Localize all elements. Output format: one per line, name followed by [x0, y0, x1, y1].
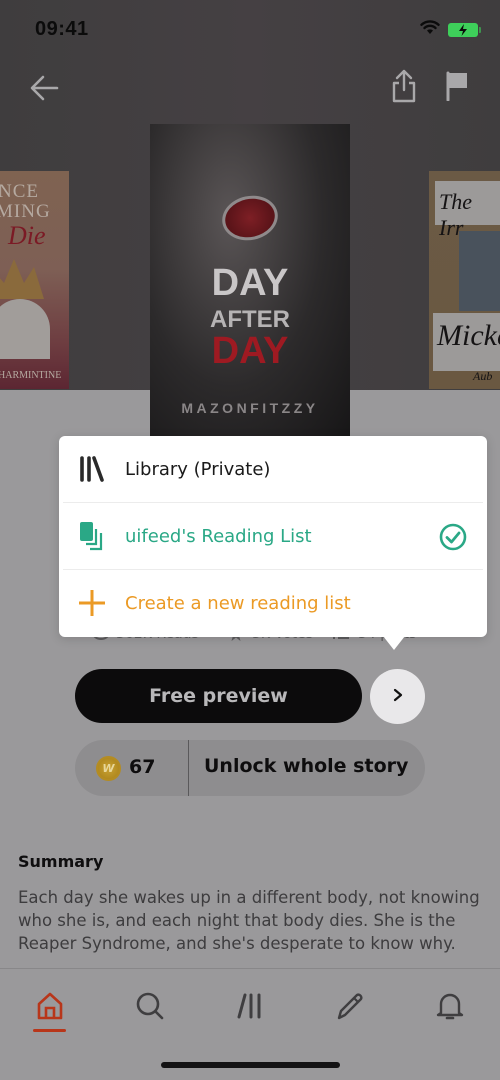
- flag-icon: [445, 71, 469, 105]
- search-icon: [135, 991, 165, 1025]
- popup-item-library[interactable]: Library (Private): [59, 436, 487, 502]
- plus-icon: [77, 588, 107, 618]
- more-options-button[interactable]: [370, 669, 425, 724]
- home-icon: [35, 991, 65, 1025]
- top-nav: [0, 68, 500, 112]
- add-to-list-popup: Library (Private) uifeed's Reading List …: [59, 436, 487, 637]
- library-icon: [236, 992, 264, 1024]
- check-circle-icon: [439, 523, 467, 555]
- popup-item-create-list-label: Create a new reading list: [125, 592, 351, 614]
- popup-arrow: [383, 636, 405, 650]
- chevron-right-icon: [393, 687, 403, 706]
- cover-author: MAZONFITZZY: [181, 400, 319, 416]
- report-button[interactable]: [437, 68, 477, 108]
- free-preview-button[interactable]: Free preview: [75, 669, 362, 723]
- tab-search[interactable]: [125, 983, 175, 1033]
- unlock-divider: [188, 740, 189, 796]
- summary-text: Each day she wakes up in a different bod…: [18, 888, 480, 953]
- cover-left-title-2: MING: [0, 201, 51, 222]
- pencil-icon: [335, 991, 365, 1025]
- cover-left-title-3: Die: [8, 221, 46, 250]
- coin-icon: W: [96, 756, 121, 781]
- coin-count: 67: [129, 756, 156, 778]
- tab-home[interactable]: [25, 983, 75, 1033]
- figure-illustration: [0, 299, 50, 359]
- tab-library[interactable]: [225, 983, 275, 1033]
- cover-right-subtitle: Mickey: [437, 319, 500, 352]
- book-cover-current[interactable]: DAY AFTER DAY MAZONFITZZY: [150, 124, 350, 436]
- cover-left-title-1: NCE: [0, 181, 39, 202]
- book-cover-previous[interactable]: NCE MING Die HARMINTINE: [0, 171, 69, 389]
- status-time: 09:41: [35, 18, 89, 40]
- active-tab-indicator: [33, 1029, 66, 1032]
- share-button[interactable]: [384, 68, 424, 108]
- bell-icon: [435, 991, 465, 1025]
- battery-charging-icon: [448, 22, 481, 37]
- unlock-story-button[interactable]: W 67 Unlock whole story: [75, 740, 425, 796]
- status-bar: 09:41: [0, 0, 500, 60]
- tab-write[interactable]: [325, 983, 375, 1033]
- home-indicator: [161, 1062, 340, 1068]
- cover-title-day-2: DAY: [211, 330, 289, 372]
- arrow-left-icon: [29, 74, 59, 106]
- reading-list-icon: [77, 521, 107, 551]
- wifi-icon: [420, 20, 440, 39]
- library-icon: [77, 454, 107, 484]
- popup-item-reading-list[interactable]: uifeed's Reading List: [59, 503, 487, 569]
- photo-illustration: [459, 231, 500, 311]
- watch-illustration: [218, 190, 282, 246]
- share-icon: [391, 69, 417, 107]
- unlock-label: Unlock whole story: [204, 755, 409, 777]
- cover-right-author: Aub: [473, 369, 493, 383]
- cover-title-day-1: DAY: [211, 262, 289, 304]
- popup-item-library-label: Library (Private): [125, 458, 271, 480]
- summary-title: Summary: [18, 852, 104, 871]
- book-cover-next[interactable]: The Irr Mickey Aub: [429, 171, 500, 389]
- popup-item-reading-list-label: uifeed's Reading List: [125, 525, 312, 547]
- back-button[interactable]: [24, 70, 64, 110]
- tab-notifications[interactable]: [425, 983, 475, 1033]
- popup-item-create-list[interactable]: Create a new reading list: [59, 570, 487, 636]
- cover-left-author: HARMINTINE: [0, 370, 62, 381]
- crown-illustration: [0, 259, 44, 299]
